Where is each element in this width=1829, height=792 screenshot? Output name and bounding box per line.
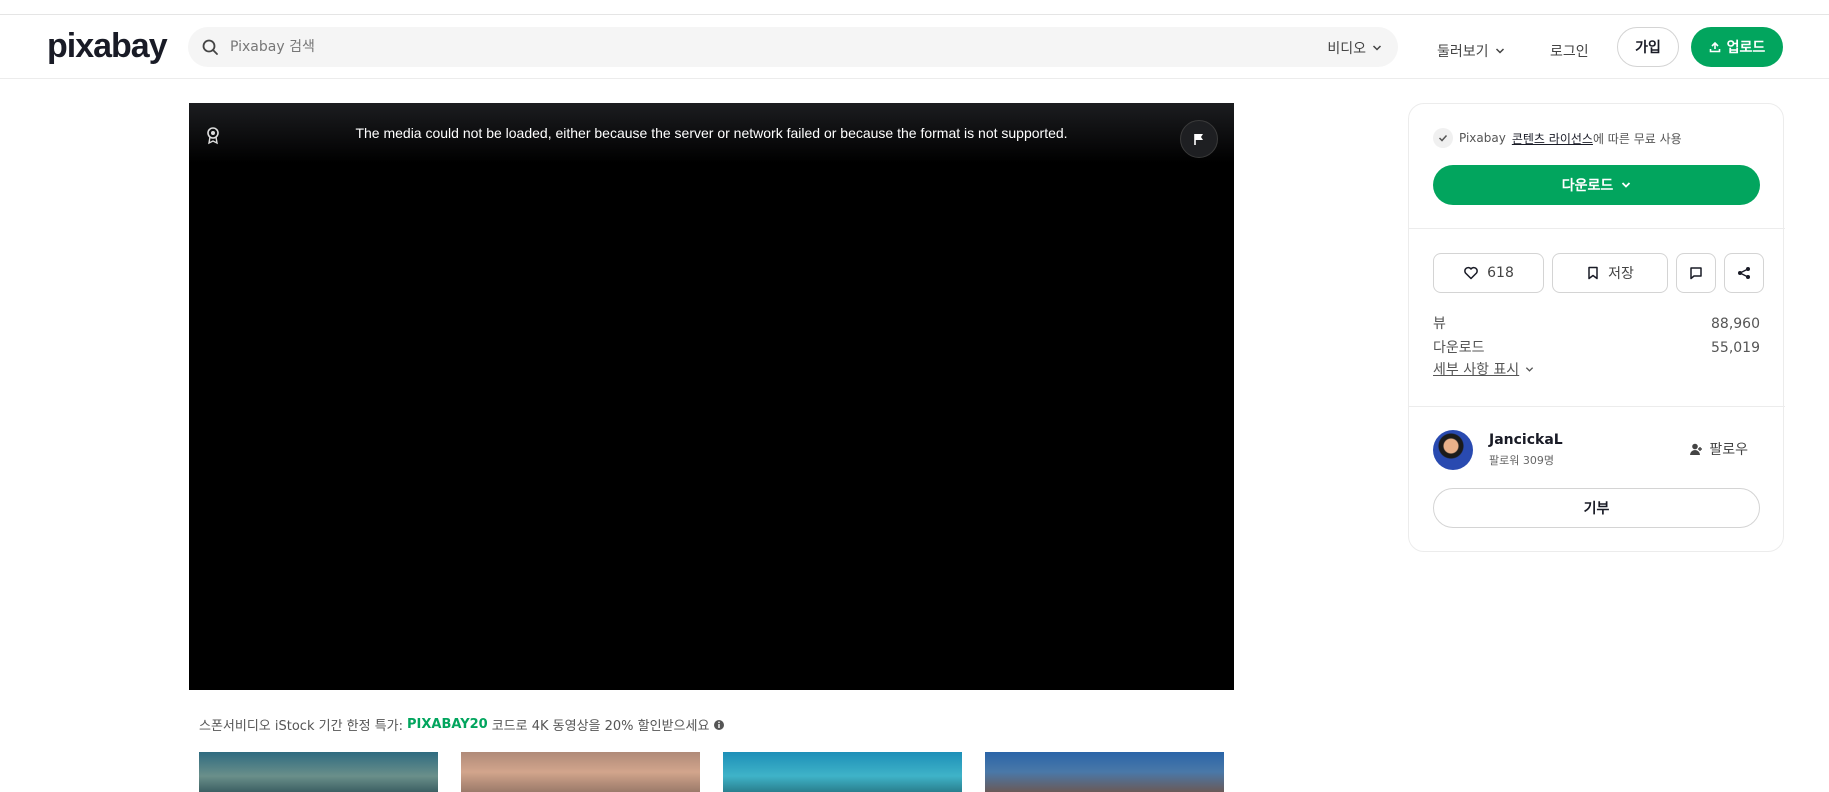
sponsored-video-thumbnail[interactable] [985, 752, 1224, 792]
sponsored-promo: 스폰서비디오 iStock 기간 한정 특가: PIXABAY20 코드로 4K… [199, 715, 725, 734]
login-link[interactable]: 로그인 [1550, 41, 1589, 61]
save-label: 저장 [1608, 266, 1634, 282]
download-button[interactable]: 다운로드 [1433, 165, 1760, 205]
add-user-icon [1690, 443, 1703, 455]
comment-icon [1690, 267, 1702, 280]
license-link[interactable]: 콘텐츠 라이선스 [1512, 132, 1593, 146]
sponsored-video-thumbnail[interactable] [723, 752, 962, 792]
upload-button[interactable]: 업로드 [1691, 27, 1783, 67]
license-prefix: Pixabay [1459, 131, 1506, 145]
join-button[interactable]: 가입 [1617, 27, 1679, 67]
panel-divider [1409, 406, 1785, 407]
bookmark-icon [1588, 266, 1598, 280]
chevron-down-icon [1622, 182, 1631, 188]
show-details-toggle[interactable]: 세부 사항 표시 [1433, 359, 1534, 379]
stat-value: 55,019 [1711, 340, 1760, 356]
stat-label: 뷰 [1433, 316, 1446, 332]
author-card: JancickaL 팔로워 309명 팔로우 [1433, 430, 1760, 470]
upload-icon [1709, 41, 1720, 53]
check-icon [1433, 128, 1453, 148]
flag-icon [1194, 134, 1203, 145]
author-name[interactable]: JancickaL [1489, 432, 1563, 448]
search-bar[interactable]: 비디오 [188, 27, 1398, 67]
chevron-down-icon [1372, 45, 1382, 51]
like-count: 618 [1487, 265, 1514, 281]
share-button[interactable] [1724, 253, 1764, 293]
explore-label: 둘러보기 [1437, 44, 1489, 60]
search-input[interactable] [230, 35, 1130, 59]
chevron-down-icon [1526, 366, 1534, 372]
stats-list: 뷰 88,960 다운로드 55,019 [1433, 312, 1760, 360]
info-icon[interactable] [713, 719, 725, 731]
stat-row-downloads: 다운로드 55,019 [1433, 336, 1760, 360]
media-error-message: The media could not be loaded, either be… [355, 125, 1068, 141]
follow-button[interactable]: 팔로우 [1689, 439, 1748, 459]
explore-menu[interactable]: 둘러보기 [1437, 41, 1505, 61]
report-button[interactable] [1180, 120, 1218, 158]
upload-label: 업로드 [1726, 40, 1766, 56]
action-buttons: 618 저장 [1433, 253, 1764, 293]
share-icon [1738, 267, 1750, 279]
save-button[interactable]: 저장 [1552, 253, 1668, 293]
search-type-label: 비디오 [1327, 41, 1366, 57]
author-followers: 팔로워 309명 [1489, 454, 1554, 467]
avatar[interactable] [1433, 430, 1473, 470]
sponsored-video-thumbnail[interactable] [199, 752, 438, 792]
license-notice: Pixabay 콘텐츠 라이선스에 따른 무료 사용 [1433, 128, 1682, 148]
promo-suffix: 코드로 4K 동영상을 20% 할인받으세요 [491, 719, 710, 734]
sponsored-thumbnails [199, 752, 1224, 792]
details-label: 세부 사항 표시 [1433, 362, 1520, 378]
comment-button[interactable] [1676, 253, 1716, 293]
heart-icon [1464, 266, 1478, 280]
stat-value: 88,960 [1711, 316, 1760, 332]
site-header: pixabay 비디오 둘러보기 로그인 가입 업로드 [0, 15, 1829, 79]
download-panel: Pixabay 콘텐츠 라이선스에 따른 무료 사용 다운로드 618 저장 뷰… [1408, 103, 1785, 552]
sponsored-video-thumbnail[interactable] [461, 752, 700, 792]
chevron-down-icon [1495, 48, 1504, 54]
download-label: 다운로드 [1561, 178, 1614, 194]
promo-code: PIXABAY20 [407, 717, 488, 732]
search-icon [202, 39, 218, 55]
pixabay-logo[interactable]: pixabay [47, 27, 168, 66]
stat-row-views: 뷰 88,960 [1433, 312, 1760, 336]
stat-label: 다운로드 [1433, 340, 1485, 356]
promo-prefix: 스폰서비디오 iStock 기간 한정 특가: [199, 719, 404, 734]
license-suffix: 에 따른 무료 사용 [1592, 131, 1682, 146]
donate-button[interactable]: 기부 [1433, 488, 1760, 528]
follow-label: 팔로우 [1709, 442, 1748, 458]
panel-divider [1409, 228, 1785, 229]
like-button[interactable]: 618 [1433, 253, 1544, 293]
video-player[interactable]: The media could not be loaded, either be… [189, 103, 1234, 690]
search-type-dropdown[interactable]: 비디오 [1327, 38, 1382, 58]
